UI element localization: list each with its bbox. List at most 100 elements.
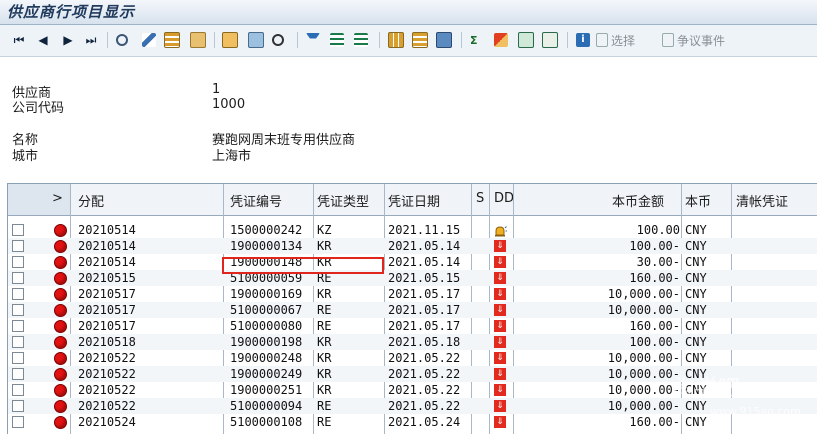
dunning-red-icon[interactable]: ⇓ xyxy=(494,288,506,300)
col-document-number[interactable]: 凭证编号 xyxy=(230,191,282,210)
col-local-currency[interactable]: 本币 xyxy=(685,191,711,210)
dunning-red-icon[interactable]: ⇓ xyxy=(494,320,506,332)
document-number-cell: 5100000094 xyxy=(230,399,303,413)
row-checkbox[interactable] xyxy=(12,336,24,348)
assignment-cell: 20210518 xyxy=(78,335,136,349)
table-view-icon[interactable] xyxy=(388,31,404,49)
dunning-red-icon[interactable]: ⇓ xyxy=(494,272,506,284)
table-row[interactable]: 20210515 5100000059 RE 2021.05.15 ⇓ 160.00- CN… xyxy=(8,270,817,286)
toolbar-separator xyxy=(297,32,298,48)
dunning-red-icon[interactable]: ⇓ xyxy=(494,352,506,364)
assignment-cell: 20210517 xyxy=(78,319,136,333)
assignment-cell: 20210514 xyxy=(78,255,136,269)
city-value: 上海市 xyxy=(212,149,252,164)
previous-page-icon[interactable]: ◀ xyxy=(36,31,50,49)
display-glasses-icon[interactable] xyxy=(116,31,128,49)
column-icon[interactable] xyxy=(412,31,428,49)
dispute-label: 争议事件 xyxy=(677,33,726,48)
sort-descending-icon[interactable] xyxy=(354,31,368,49)
toolbar-separator xyxy=(567,32,568,48)
row-checkbox[interactable] xyxy=(12,256,24,268)
table-row[interactable]: 20210517 5100000080 RE 2021.05.17 ⇓ 160.00- CN… xyxy=(8,318,817,334)
col-assignment[interactable]: 分配 xyxy=(78,191,104,210)
local-amount-cell: 10,000.00- xyxy=(607,303,680,317)
local-amount-cell: 160.00- xyxy=(629,415,680,429)
row-checkbox[interactable] xyxy=(12,304,24,316)
col-s[interactable]: S xyxy=(476,191,484,206)
col-document-type[interactable]: 凭证类型 xyxy=(317,191,369,210)
document-number-cell: 1900000134 xyxy=(230,239,303,253)
row-checkbox[interactable] xyxy=(12,240,24,252)
document-date-cell: 2021.05.17 xyxy=(388,303,461,317)
dunning-red-icon[interactable]: ⇓ xyxy=(494,336,506,348)
next-page-icon[interactable]: ▶ xyxy=(61,31,75,49)
city-label: 城市 xyxy=(12,149,39,164)
table-row[interactable]: 20210524 5100000108 RE 2021.05.24 ⇓ 160.00- CN… xyxy=(8,414,817,430)
print-icon[interactable] xyxy=(542,31,558,49)
dunning-red-icon[interactable]: ⇓ xyxy=(494,256,506,268)
table-row[interactable]: 20210514 1900000134 KR 2021.05.14 ⇓ 100.00- CN… xyxy=(8,238,817,254)
local-currency-cell: CNY xyxy=(685,239,707,253)
row-checkbox[interactable] xyxy=(12,384,24,396)
highlighted-row-annotation xyxy=(222,257,384,274)
edit-pencil-icon[interactable] xyxy=(142,31,156,49)
dunning-red-icon[interactable]: ⇓ xyxy=(494,400,506,412)
col-clearing-document[interactable]: 清帐凭证 xyxy=(736,191,788,210)
status-red-icon xyxy=(54,416,67,429)
sort-ascending-icon[interactable] xyxy=(330,31,344,49)
select-button[interactable]: 选择 xyxy=(596,31,635,49)
last-page-icon[interactable]: ⏭ xyxy=(84,31,98,49)
document-type-cell: KR xyxy=(317,287,332,301)
document-number-cell: 1900000249 xyxy=(230,367,303,381)
dunning-red-icon[interactable]: ⇓ xyxy=(494,304,506,316)
table-row[interactable]: 20210514 1500000242 KZ 2021.11.15 100.00 CNY xyxy=(8,222,817,238)
dunning-red-icon[interactable]: ⇓ xyxy=(494,384,506,396)
local-currency-cell: CNY xyxy=(685,351,707,365)
export-icon[interactable] xyxy=(518,31,534,49)
table-row[interactable]: 20210514 1900000148 KR 2021.05.14 ⇓ 30.00- CNY xyxy=(8,254,817,270)
col-document-date[interactable]: 凭证日期 xyxy=(388,191,440,210)
row-checkbox[interactable] xyxy=(12,272,24,284)
col-dd[interactable]: DD xyxy=(494,191,514,206)
table-row[interactable]: 20210517 1900000169 KR 2021.05.17 ⇓ 10,000.00… xyxy=(8,286,817,302)
col-local-amount[interactable]: 本币金额 xyxy=(612,191,664,210)
first-page-icon[interactable]: ⏮ xyxy=(12,31,26,49)
row-checkbox[interactable] xyxy=(12,400,24,412)
find-next-icon[interactable] xyxy=(248,31,264,49)
document-type-cell: KR xyxy=(317,367,332,381)
info-icon[interactable]: i xyxy=(576,31,590,49)
subtotal-icon[interactable] xyxy=(494,31,508,49)
local-currency-cell: CNY xyxy=(685,319,707,333)
document-type-cell: RE xyxy=(317,399,332,413)
layout-change-icon[interactable] xyxy=(436,31,452,49)
status-red-icon xyxy=(54,272,67,285)
dispute-case-button[interactable]: 争议事件 xyxy=(662,31,725,49)
dunning-red-icon[interactable]: ⇓ xyxy=(494,368,506,380)
expand-header-cell[interactable]: > xyxy=(8,184,70,215)
find-icon[interactable] xyxy=(222,31,238,49)
company-code-label: 公司代码 xyxy=(12,101,65,116)
assignment-cell: 20210517 xyxy=(78,287,136,301)
assignment-cell: 20210522 xyxy=(78,351,136,365)
local-amount-cell: 30.00- xyxy=(636,255,680,269)
row-checkbox[interactable] xyxy=(12,368,24,380)
document-icon[interactable] xyxy=(190,31,206,49)
search-icon[interactable] xyxy=(272,31,284,49)
dunning-red-icon[interactable]: ⇓ xyxy=(494,240,506,252)
local-amount-cell: 100.00 xyxy=(636,223,680,237)
row-checkbox[interactable] xyxy=(12,224,24,236)
bell-icon[interactable] xyxy=(493,223,507,237)
sum-icon[interactable]: Σ xyxy=(470,31,478,49)
local-amount-cell: 10,000.00- xyxy=(607,287,680,301)
dunning-red-icon[interactable]: ⇓ xyxy=(494,416,506,428)
layout-grid-icon[interactable] xyxy=(164,31,180,49)
table-row[interactable]: 20210517 5100000067 RE 2021.05.17 ⇓ 10,000.00… xyxy=(8,302,817,318)
filter-icon[interactable] xyxy=(306,31,320,49)
row-checkbox[interactable] xyxy=(12,288,24,300)
row-checkbox[interactable] xyxy=(12,352,24,364)
table-row[interactable]: 20210522 1900000248 KR 2021.05.22 ⇓ 10,000.00… xyxy=(8,350,817,366)
row-checkbox[interactable] xyxy=(12,416,24,428)
local-amount-cell: 100.00- xyxy=(629,335,680,349)
table-row[interactable]: 20210518 1900000198 KR 2021.05.18 ⇓ 100.00- CN… xyxy=(8,334,817,350)
row-checkbox[interactable] xyxy=(12,320,24,332)
